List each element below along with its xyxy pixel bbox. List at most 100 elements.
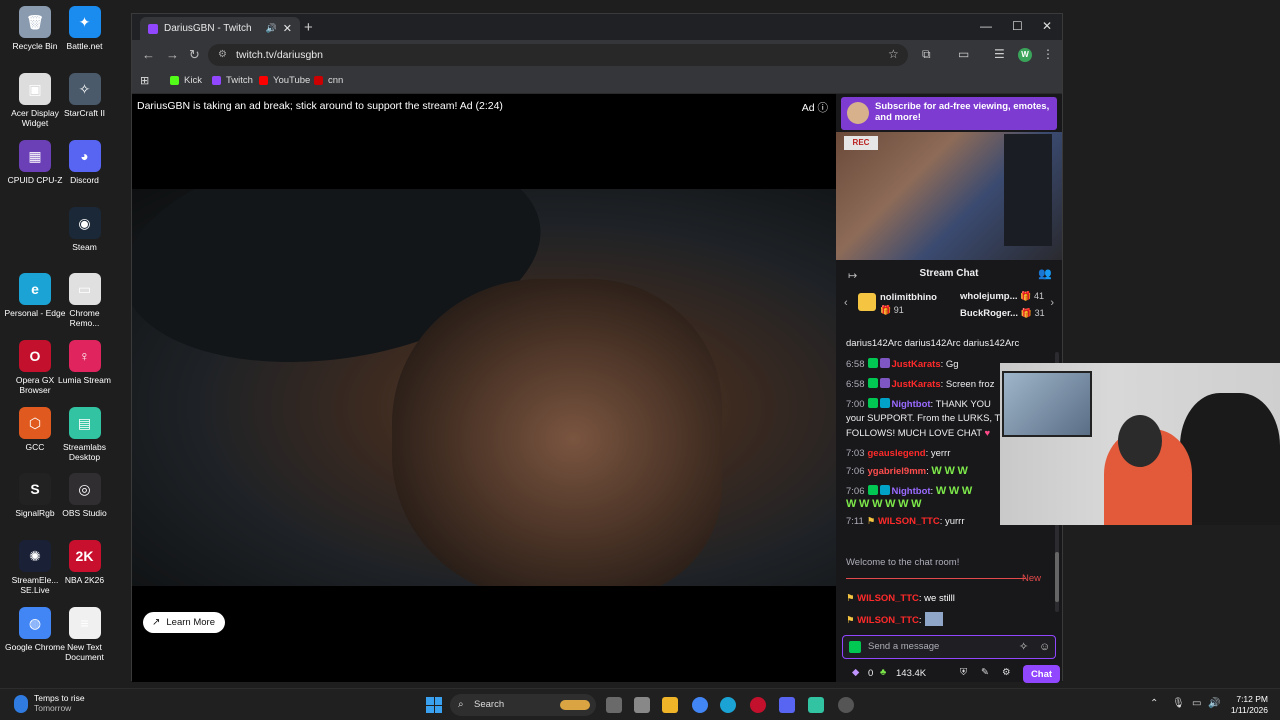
chat-send-button[interactable]: Chat xyxy=(1023,665,1060,683)
chat-scrollbar-thumb[interactable] xyxy=(1055,552,1059,602)
bookmark-twitch[interactable]: Twitch xyxy=(212,75,253,86)
message-user[interactable]: ygabriel9mm xyxy=(868,466,927,477)
desktop-icon[interactable]: ♀ Lumia Stream xyxy=(54,340,116,385)
maximize-icon[interactable]: ☐ xyxy=(1012,19,1023,33)
w-emote-icon: W xyxy=(911,498,922,510)
info-icon[interactable]: ⓘ xyxy=(818,102,829,114)
channel-points-icon[interactable]: ♣ xyxy=(880,667,886,678)
speaker-icon[interactable]: 🔊 xyxy=(266,23,277,34)
learn-more-button[interactable]: ↗ Learn More xyxy=(143,612,225,633)
message-text: : THANK YOU xyxy=(930,399,991,410)
community-users-icon[interactable]: 👥 xyxy=(1038,263,1052,285)
collapse-chat-icon[interactable]: ↦ xyxy=(848,265,857,287)
ad-video-frame[interactable] xyxy=(132,189,836,586)
picture-in-picture-stream[interactable]: REC xyxy=(836,132,1062,260)
top-gifter-name[interactable]: nolimitbhino xyxy=(880,292,937,303)
weather-icon[interactable] xyxy=(14,695,28,713)
bookmark-label: YouTube xyxy=(273,75,311,86)
message-user[interactable]: WILSON_TTC xyxy=(857,615,919,626)
volume-icon[interactable]: 🔊 xyxy=(1208,698,1220,709)
site-info-icon[interactable]: ⚙ xyxy=(218,44,227,66)
edge-icon[interactable] xyxy=(720,697,736,713)
message-user[interactable]: Nightbot xyxy=(892,486,931,497)
welcome-message: Welcome to the chat room! xyxy=(846,557,960,568)
bookmark-kick[interactable]: Kick xyxy=(170,75,202,86)
system-clock[interactable]: 7:12 PM 1/11/2026 xyxy=(1231,694,1268,716)
subscribe-banner[interactable]: Subscribe for ad-free viewing, emotes, a… xyxy=(841,97,1057,130)
minimize-icon[interactable]: — xyxy=(980,19,992,33)
microphone-icon[interactable]: 🎙 xyxy=(1172,698,1185,709)
back-icon[interactable]: ← xyxy=(142,47,155,62)
show-hidden-icons-icon[interactable]: ⌃ xyxy=(1150,698,1158,709)
video-face-shape xyxy=(392,279,722,586)
cast-icon[interactable]: ▭ xyxy=(958,47,969,61)
tab-twitch[interactable]: DariusGBN - Twitch 🔊 ✕ xyxy=(140,17,300,40)
message-user[interactable]: JustKarats xyxy=(892,359,941,370)
streamlabs-icon[interactable] xyxy=(808,697,824,713)
desktop-icon[interactable]: ◉ Steam xyxy=(54,207,116,252)
prev-arrow-icon[interactable]: ‹ xyxy=(844,297,848,309)
learn-more-label: Learn More xyxy=(166,617,215,628)
message-user[interactable]: geauslegend xyxy=(868,448,926,459)
desktop-app-icon: ▤ xyxy=(68,407,101,439)
gifter-second[interactable]: wholejump... 🎁 41 xyxy=(960,291,1044,302)
widgets-icon[interactable] xyxy=(634,697,650,713)
message-user[interactable]: JustKarats xyxy=(892,379,941,390)
reading-list-icon[interactable]: ☰ xyxy=(994,47,1005,61)
desktop-icon[interactable]: ✦ Battle.net xyxy=(54,6,116,51)
task-view-icon[interactable] xyxy=(606,697,622,713)
emote-picker-icon[interactable]: ☺ xyxy=(1039,636,1050,658)
discord-icon[interactable] xyxy=(779,697,795,713)
next-arrow-icon[interactable]: › xyxy=(1050,297,1054,309)
bits-icon[interactable]: ✧ xyxy=(1019,636,1028,658)
close-window-icon[interactable]: ✕ xyxy=(1042,19,1052,33)
message-user[interactable]: Nightbot xyxy=(892,399,931,410)
gift-icon: 🎁 xyxy=(880,305,894,315)
chrome-icon[interactable] xyxy=(692,697,708,713)
desktop-icon[interactable]: ≡ New Text Document xyxy=(54,607,116,662)
weather-widget[interactable]: Temps to rise Tomorrow xyxy=(34,693,85,713)
extensions-icon[interactable]: ⧉ xyxy=(922,47,931,62)
desktop-icon[interactable]: ◕ Discord xyxy=(54,140,116,185)
desktop-icon[interactable]: ▤ Streamlabs Desktop xyxy=(54,407,116,462)
desktop-icon[interactable]: ◎ OBS Studio xyxy=(54,473,116,518)
network-icon[interactable]: ▭ xyxy=(1192,698,1201,709)
webcam-tv-shape xyxy=(1002,371,1092,437)
bookmark-youtube[interactable]: YouTube xyxy=(259,75,310,86)
emote-avatar-icon xyxy=(847,102,869,124)
new-tab-button[interactable]: + xyxy=(304,19,313,36)
menu-kebab-icon[interactable]: ⋮ xyxy=(1042,47,1054,61)
desktop-icon[interactable]: ▭ Chrome Remo... xyxy=(54,273,116,328)
chat-input[interactable]: Send a message ✧ ☺ xyxy=(842,635,1056,659)
gifter-third[interactable]: BuckRoger... 🎁 31 xyxy=(960,308,1045,319)
bookmark-star-icon[interactable]: ☆ xyxy=(888,47,899,61)
message-user[interactable]: WILSON_TTC xyxy=(878,516,940,527)
taskbar-search[interactable]: ⌕ Search xyxy=(450,694,596,716)
shield-icon[interactable]: ⛨ xyxy=(960,667,967,678)
opera-gx-icon[interactable] xyxy=(750,697,766,713)
close-tab-icon[interactable]: ✕ xyxy=(283,22,292,35)
pen-icon[interactable]: ✎ xyxy=(981,667,989,678)
w-emote-icon: W xyxy=(957,465,968,477)
start-button[interactable] xyxy=(426,697,442,713)
gift-box-icon xyxy=(858,293,876,311)
video-player[interactable]: DariusGBN is taking an ad break; stick a… xyxy=(132,94,836,682)
reload-icon[interactable]: ↻ xyxy=(189,47,200,63)
apps-grid-icon[interactable]: ⊞ xyxy=(140,74,149,87)
file-explorer-icon[interactable] xyxy=(662,697,678,713)
forward-icon[interactable]: → xyxy=(166,47,179,62)
desktop-icon[interactable]: 2K NBA 2K26 xyxy=(54,540,116,585)
webcam-head-shape xyxy=(1118,415,1162,467)
windows-logo-icon xyxy=(426,697,434,705)
bits-purple-icon[interactable]: ◆ xyxy=(852,667,859,678)
settings-gear-icon[interactable]: ⚙ xyxy=(1002,667,1011,678)
desktop-app-icon: ♀ xyxy=(68,340,101,372)
app-icon[interactable] xyxy=(838,697,854,713)
desktop-icon[interactable]: ✧ StarCraft II xyxy=(54,73,116,118)
url-input[interactable]: ⚙ twitch.tv/dariusgbn xyxy=(208,44,908,66)
message-user[interactable]: WILSON_TTC xyxy=(857,593,919,604)
ad-label-text: Ad xyxy=(801,102,815,114)
bookmark-cnn[interactable]: cnn xyxy=(314,75,343,86)
profile-avatar[interactable]: W xyxy=(1018,48,1032,62)
ad-label[interactable]: Ad ⓘ xyxy=(802,100,828,115)
